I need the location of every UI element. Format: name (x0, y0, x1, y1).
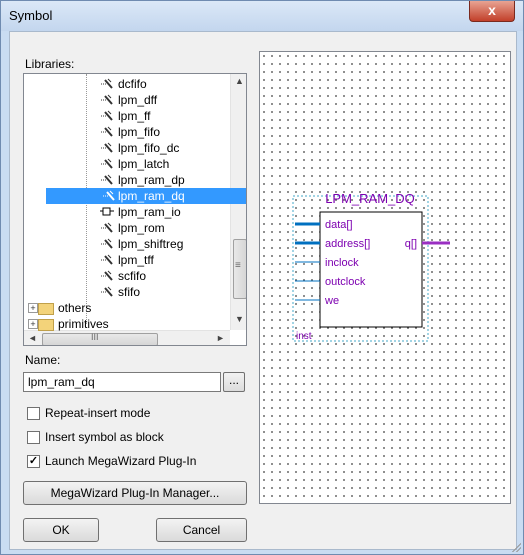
input-pin-label: address[] (325, 238, 370, 250)
tree-item-label: lpm_dff (118, 93, 158, 107)
symbol-title: LPM_RAM_DQ (325, 191, 415, 206)
megafunction-icon (100, 270, 114, 282)
name-field-value: lpm_ram_dq (28, 375, 95, 389)
expand-icon[interactable]: + (28, 303, 38, 313)
tree-item-label: lpm_ram_dq (118, 189, 185, 203)
tree-folder-label: primitives (58, 317, 109, 331)
megafunction-icon (100, 142, 114, 154)
scroll-down-icon[interactable]: ▼ (235, 314, 244, 324)
megafunction-icon (100, 174, 114, 186)
megafunction-icon (100, 286, 114, 298)
option-label[interactable]: Insert symbol as block (45, 430, 164, 444)
megafunction-icon (100, 110, 114, 122)
libraries-label: Libraries: (25, 57, 75, 71)
option-checkbox[interactable] (27, 407, 40, 420)
tree-item-label: lpm_fifo_dc (118, 141, 180, 155)
tree-item-label: lpm_ff (118, 109, 151, 123)
folder-icon (38, 319, 54, 331)
ellipsis-icon: ... (228, 373, 239, 387)
scroll-right-icon[interactable]: ► (216, 333, 225, 343)
input-pin-label: we (324, 295, 339, 307)
megafunction-icon (100, 94, 114, 106)
tree-item-label: lpm_rom (118, 221, 165, 235)
tree-item-label: sfifo (118, 285, 141, 299)
symbol-canvas: LPM_RAM_DQ data[] address[] inclock outcloc… (292, 191, 450, 342)
option-label[interactable]: Launch MegaWizard Plug-In (45, 454, 196, 468)
browse-button[interactable]: ... (223, 372, 245, 392)
libraries-tree[interactable]: ▲ ≡ ▼ ◄ III ► dcfifo lpm_dff lpm_ff lpm_fif… (23, 73, 247, 346)
tree-item-label: lpm_fifo (118, 125, 161, 139)
tree-item-lpm-ram-dq[interactable]: lpm_ram_dq (46, 188, 246, 204)
tree-horizontal-scrollbar[interactable]: ◄ III ► (24, 330, 230, 345)
tree-item-label: scfifo (118, 269, 147, 283)
close-button[interactable]: x (469, 1, 515, 22)
ok-label: OK (52, 523, 70, 537)
tree-item-label: dcfifo (118, 77, 147, 91)
tree-item-label: lpm_ram_io (118, 205, 181, 219)
title-bar: Symbol x (1, 1, 523, 31)
output-label-q: q[] (405, 238, 417, 250)
expand-icon[interactable]: + (28, 319, 38, 329)
megafunction-icon (100, 78, 114, 90)
scroll-left-icon[interactable]: ◄ (28, 333, 37, 343)
resize-grip-icon[interactable] (511, 542, 521, 552)
folder-icon (38, 303, 54, 315)
input-pin-label: inclock (325, 257, 359, 269)
option-checkbox[interactable]: ✓ (27, 455, 40, 468)
name-label: Name: (25, 353, 61, 367)
instance-label: inst (296, 331, 312, 342)
megafunction-icon (102, 190, 116, 202)
megafunction-icon (100, 238, 114, 250)
tree-folder-label: others (58, 301, 92, 315)
megafunction-icon (100, 222, 114, 234)
horizontal-scroll-thumb[interactable]: III (42, 332, 158, 345)
input-pin-label: data[] (325, 219, 353, 231)
megafunction-icon (100, 126, 114, 138)
scroll-up-icon[interactable]: ▲ (235, 76, 244, 86)
symbol-dialog: Symbol x Libraries: ▲ ≡ ▼ ◄ III ► dcfifo… (0, 0, 524, 555)
ok-button[interactable]: OK (23, 518, 99, 542)
megawizard-manager-label: MegaWizard Plug-In Manager... (50, 486, 220, 500)
input-pin-label: outclock (325, 276, 366, 288)
symbol-preview: LPM_RAM_DQ data[] address[] inclock outcloc… (259, 51, 511, 504)
name-field[interactable]: lpm_ram_dq (23, 372, 221, 392)
megawizard-manager-button[interactable]: MegaWizard Plug-In Manager... (23, 481, 247, 505)
vertical-scroll-thumb[interactable]: ≡ (233, 239, 246, 299)
symbol-icon (100, 206, 114, 218)
hscroll-grip-icon: III (91, 332, 99, 342)
cancel-label: Cancel (182, 523, 221, 537)
tree-item-label: lpm_ram_dp (118, 173, 185, 187)
option-label[interactable]: Repeat-insert mode (45, 406, 150, 420)
vscroll-grip-icon: ≡ (235, 260, 241, 271)
tree-item-label: lpm_latch (118, 157, 170, 171)
tree-item-label: lpm_tff (118, 253, 154, 267)
window-title: Symbol (9, 8, 53, 23)
cancel-button[interactable]: Cancel (156, 518, 247, 542)
close-icon: x (488, 2, 496, 18)
tree-item-label: lpm_shiftreg (118, 237, 184, 251)
option-checkbox[interactable] (27, 431, 40, 444)
megafunction-icon (100, 158, 114, 170)
megafunction-icon (100, 254, 114, 266)
